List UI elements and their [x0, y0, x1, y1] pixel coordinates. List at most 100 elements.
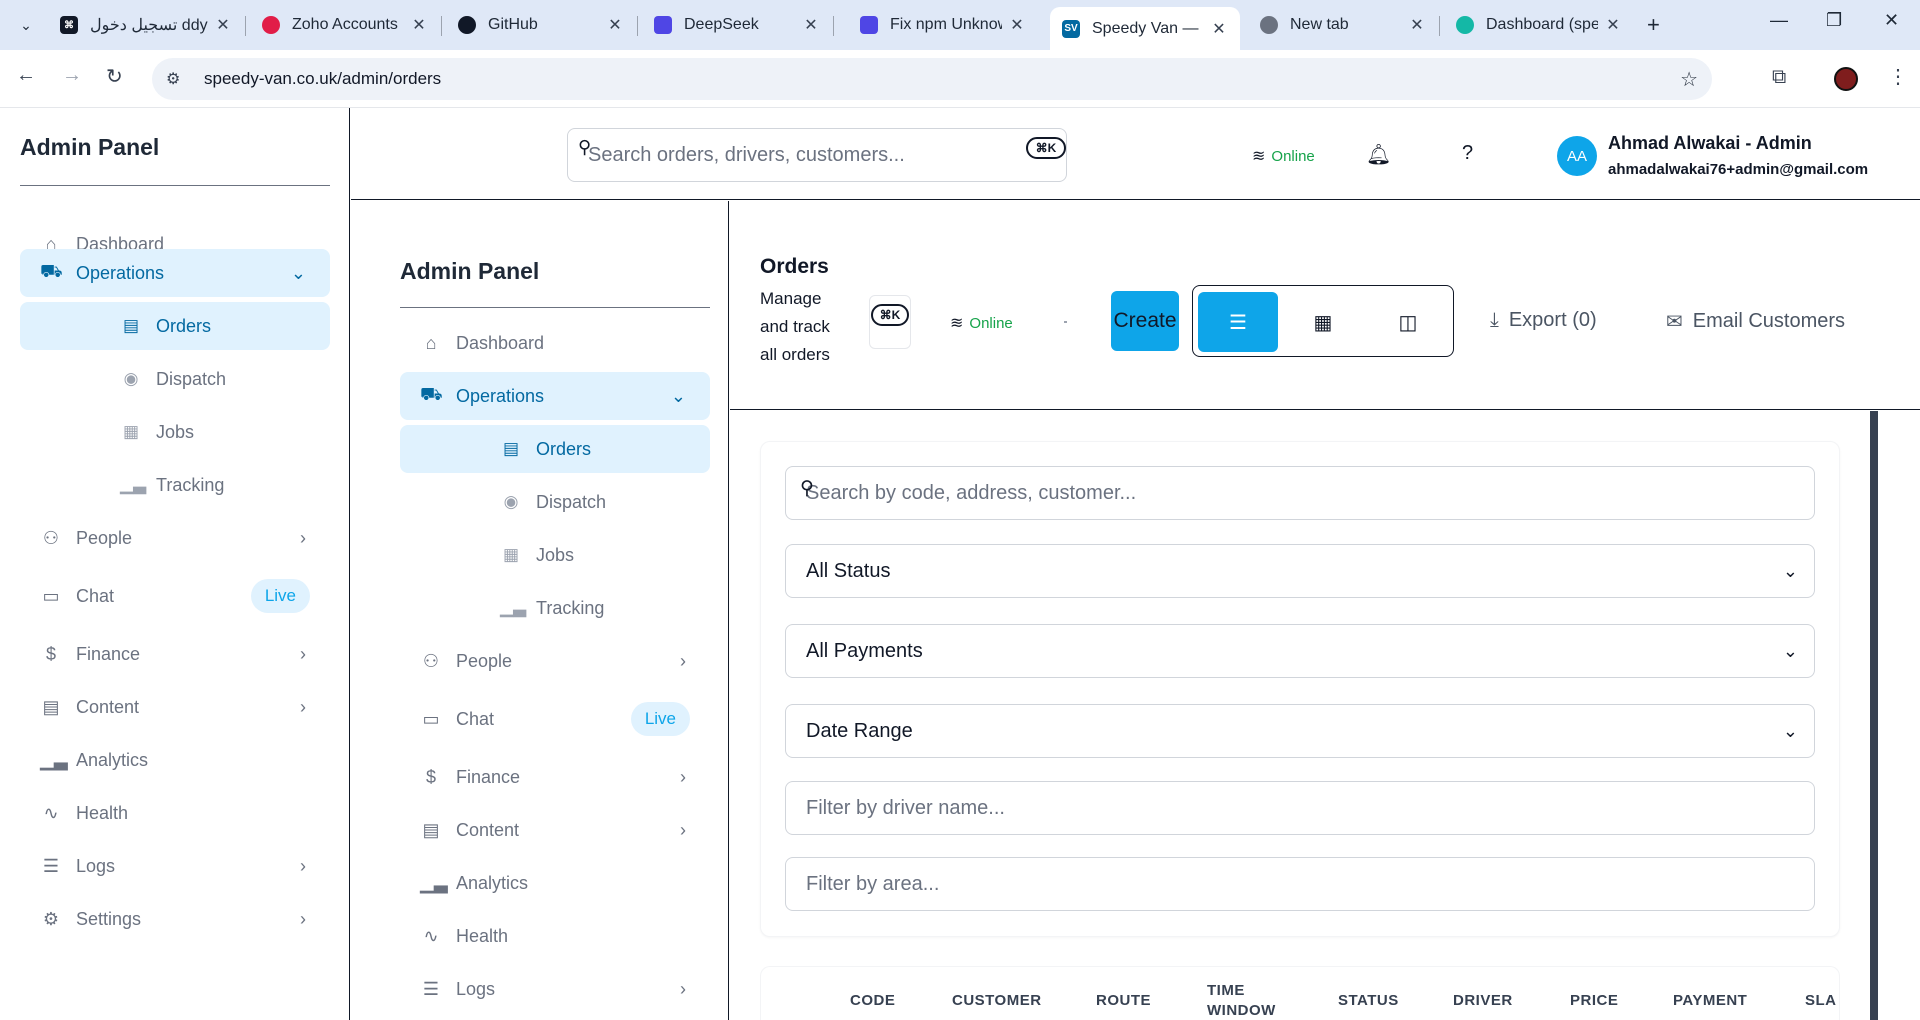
tab-separator	[637, 16, 638, 36]
sidebar-item-orders[interactable]: ▤ Orders	[400, 425, 710, 473]
sidebar-item-finance[interactable]: $ Finance ›	[20, 630, 330, 678]
orders-page-header: Orders Manage and track all orders ⌘K ≋ …	[730, 233, 1920, 410]
content-scrollbar[interactable]	[1870, 411, 1878, 1020]
bell-icon[interactable]: 🔔︎	[1366, 142, 1391, 167]
sidebar-item-health[interactable]: ∿ Health	[400, 912, 710, 960]
sidebar-item-operations[interactable]: ⛟ Operations ⌄	[20, 249, 330, 297]
area-filter-input[interactable]	[806, 872, 1786, 896]
close-tab-icon[interactable]: ✕	[214, 15, 232, 35]
grid-view-icon[interactable]: ▦	[1283, 292, 1363, 352]
sidebar-item-logs[interactable]: ☰ Logs ›	[400, 965, 710, 1013]
area-filter-field[interactable]	[785, 857, 1815, 911]
sidebar-item-finance[interactable]: $ Finance ›	[400, 753, 710, 801]
sidebar-item-settings[interactable]: ⚙ Settings ›	[20, 895, 330, 943]
sidebar-item-orders[interactable]: ▤ Orders	[20, 302, 330, 350]
browser-tab-7[interactable]: New tab ✕	[1248, 7, 1438, 43]
bar-chart-icon: ▁▃	[120, 475, 147, 494]
sidebar-item-health[interactable]: ∿ Health	[20, 789, 330, 837]
column-header-price[interactable]: PRICE	[1570, 991, 1618, 1011]
column-header-time-window[interactable]: TIME WINDOW	[1207, 981, 1275, 1020]
sidebar-item-chat[interactable]: ▭ Chat Live	[400, 695, 710, 743]
status-select-value: All Status	[806, 559, 891, 582]
split-view-icon[interactable]: ◫	[1368, 292, 1448, 352]
minimize-icon[interactable]: —	[1770, 10, 1788, 31]
sidebar-item-label: Dispatch	[536, 491, 607, 512]
date-range-select[interactable]: Date Range ⌄	[785, 704, 1815, 758]
global-search[interactable]: ⚲ ⌘K	[567, 128, 1067, 182]
sidebar-item-content[interactable]: ▤ Content ›	[400, 806, 710, 854]
calendar-icon: ▦	[502, 545, 520, 564]
column-header-driver[interactable]: DRIVER	[1453, 991, 1513, 1011]
sidebar-item-people[interactable]: ⚇ People ›	[20, 514, 330, 562]
forward-arrow-icon[interactable]: →	[62, 64, 82, 87]
order-search-input[interactable]	[806, 481, 1786, 505]
sidebar-item-dispatch[interactable]: ◉ Dispatch	[400, 478, 710, 526]
sidebar-item-operations[interactable]: ⛟ Operations ⌄	[400, 372, 710, 420]
date-range-value: Date Range	[806, 719, 913, 742]
sidebar-item-chat[interactable]: ▭ Chat Live	[20, 572, 330, 620]
create-order-button[interactable]: Create	[1111, 291, 1179, 351]
column-header-route[interactable]: ROUTE	[1096, 991, 1151, 1011]
close-tab-icon[interactable]: ✕	[1408, 15, 1426, 35]
sidebar-item-analytics[interactable]: ▁▃ Analytics	[400, 859, 710, 907]
sidebar-item-content[interactable]: ▤ Content ›	[20, 683, 330, 731]
sidebar-item-jobs[interactable]: ▦ Jobs	[400, 531, 710, 579]
column-header-code[interactable]: CODE	[850, 991, 895, 1011]
global-search-input[interactable]	[588, 143, 988, 167]
close-tab-icon[interactable]: ✕	[1604, 15, 1622, 35]
url-text[interactable]: speedy-van.co.uk/admin/orders	[204, 69, 441, 89]
browser-tab-5[interactable]: Fix npm Unknow ✕	[848, 7, 1038, 43]
tab-list-chevron-icon[interactable]: ⌄	[10, 9, 42, 41]
browser-tab-2[interactable]: Zoho Accounts ✕	[250, 7, 440, 43]
sidebar-item-people[interactable]: ⚇ People ›	[400, 637, 710, 685]
email-customers-button[interactable]: ✉ Email Customers	[1666, 309, 1845, 334]
help-circle-icon[interactable]: ?	[1462, 142, 1473, 165]
driver-filter-field[interactable]	[785, 781, 1815, 835]
column-header-status[interactable]: STATUS	[1338, 991, 1399, 1011]
back-arrow-icon[interactable]: ←	[16, 64, 36, 87]
browser-tab-1[interactable]: ⌘ تسجيل دخول ddy ✕	[48, 7, 244, 43]
profile-avatar[interactable]	[1834, 67, 1858, 91]
bookmark-star-icon[interactable]: ☆	[1680, 67, 1698, 92]
payment-select[interactable]: All Payments ⌄	[785, 624, 1815, 678]
close-tab-icon[interactable]: ✕	[410, 15, 428, 35]
status-select[interactable]: All Status ⌄	[785, 544, 1815, 598]
browser-tab-4[interactable]: DeepSeek ✕	[642, 7, 832, 43]
window-close-icon[interactable]: ✕	[1884, 10, 1899, 31]
sidebar-item-jobs[interactable]: ▦ Jobs	[20, 408, 330, 456]
browser-tab-active[interactable]: SV Speedy Van — P ✕	[1050, 7, 1240, 50]
sidebar-item-tracking[interactable]: ▁▃ Tracking	[400, 584, 710, 632]
order-search-field[interactable]: ⚲	[785, 466, 1815, 520]
browser-tab-8[interactable]: Dashboard (spee ✕	[1444, 7, 1634, 43]
column-header-payment[interactable]: PAYMENT	[1673, 991, 1747, 1011]
sidebar-item-dashboard[interactable]: ⌂ Dashboard	[400, 319, 710, 367]
column-header-sla[interactable]: SLA	[1805, 991, 1837, 1011]
sidebar-item-logs[interactable]: ☰ Logs ›	[20, 842, 330, 890]
close-tab-icon[interactable]: ✕	[802, 15, 820, 35]
search-icon: ⚲	[800, 478, 814, 499]
command-palette-button[interactable]: ⌘K	[869, 295, 911, 349]
column-header-customer[interactable]: CUSTOMER	[952, 991, 1042, 1011]
site-settings-icon[interactable]: ⚙	[166, 69, 194, 89]
close-tab-icon[interactable]: ✕	[606, 15, 624, 35]
chevron-down-icon: ⌄	[290, 262, 306, 283]
sidebar-divider	[20, 185, 330, 186]
sidebar-item-dispatch[interactable]: ◉ Dispatch	[20, 355, 330, 403]
browser-menu-kebab-icon[interactable]: ⋮	[1888, 64, 1908, 89]
driver-filter-input[interactable]	[806, 796, 1786, 820]
list-view-icon[interactable]: ☰	[1198, 292, 1278, 352]
avatar[interactable]: AA	[1557, 136, 1597, 176]
close-tab-icon[interactable]: ✕	[1008, 15, 1026, 35]
extensions-puzzle-icon[interactable]: ⧉	[1772, 66, 1786, 89]
reload-icon[interactable]: ↻	[106, 64, 123, 89]
sidebar-item-tracking[interactable]: ▁▃ Tracking	[20, 461, 330, 509]
omnibox[interactable]: ⚙ speedy-van.co.uk/admin/orders ☆	[152, 58, 1712, 100]
download-icon: ⤓	[1490, 309, 1499, 331]
export-button[interactable]: ⤓ Export (0)	[1490, 309, 1597, 332]
tab-title: تسجيل دخول ddy	[90, 17, 208, 34]
browser-tab-3[interactable]: GitHub ✕	[446, 7, 636, 43]
close-tab-icon[interactable]: ✕	[1210, 19, 1228, 39]
new-tab-plus-icon[interactable]: +	[1647, 12, 1660, 38]
restore-icon[interactable]: ❐	[1826, 10, 1842, 31]
sidebar-item-analytics[interactable]: ▁▃ Analytics	[20, 736, 330, 784]
